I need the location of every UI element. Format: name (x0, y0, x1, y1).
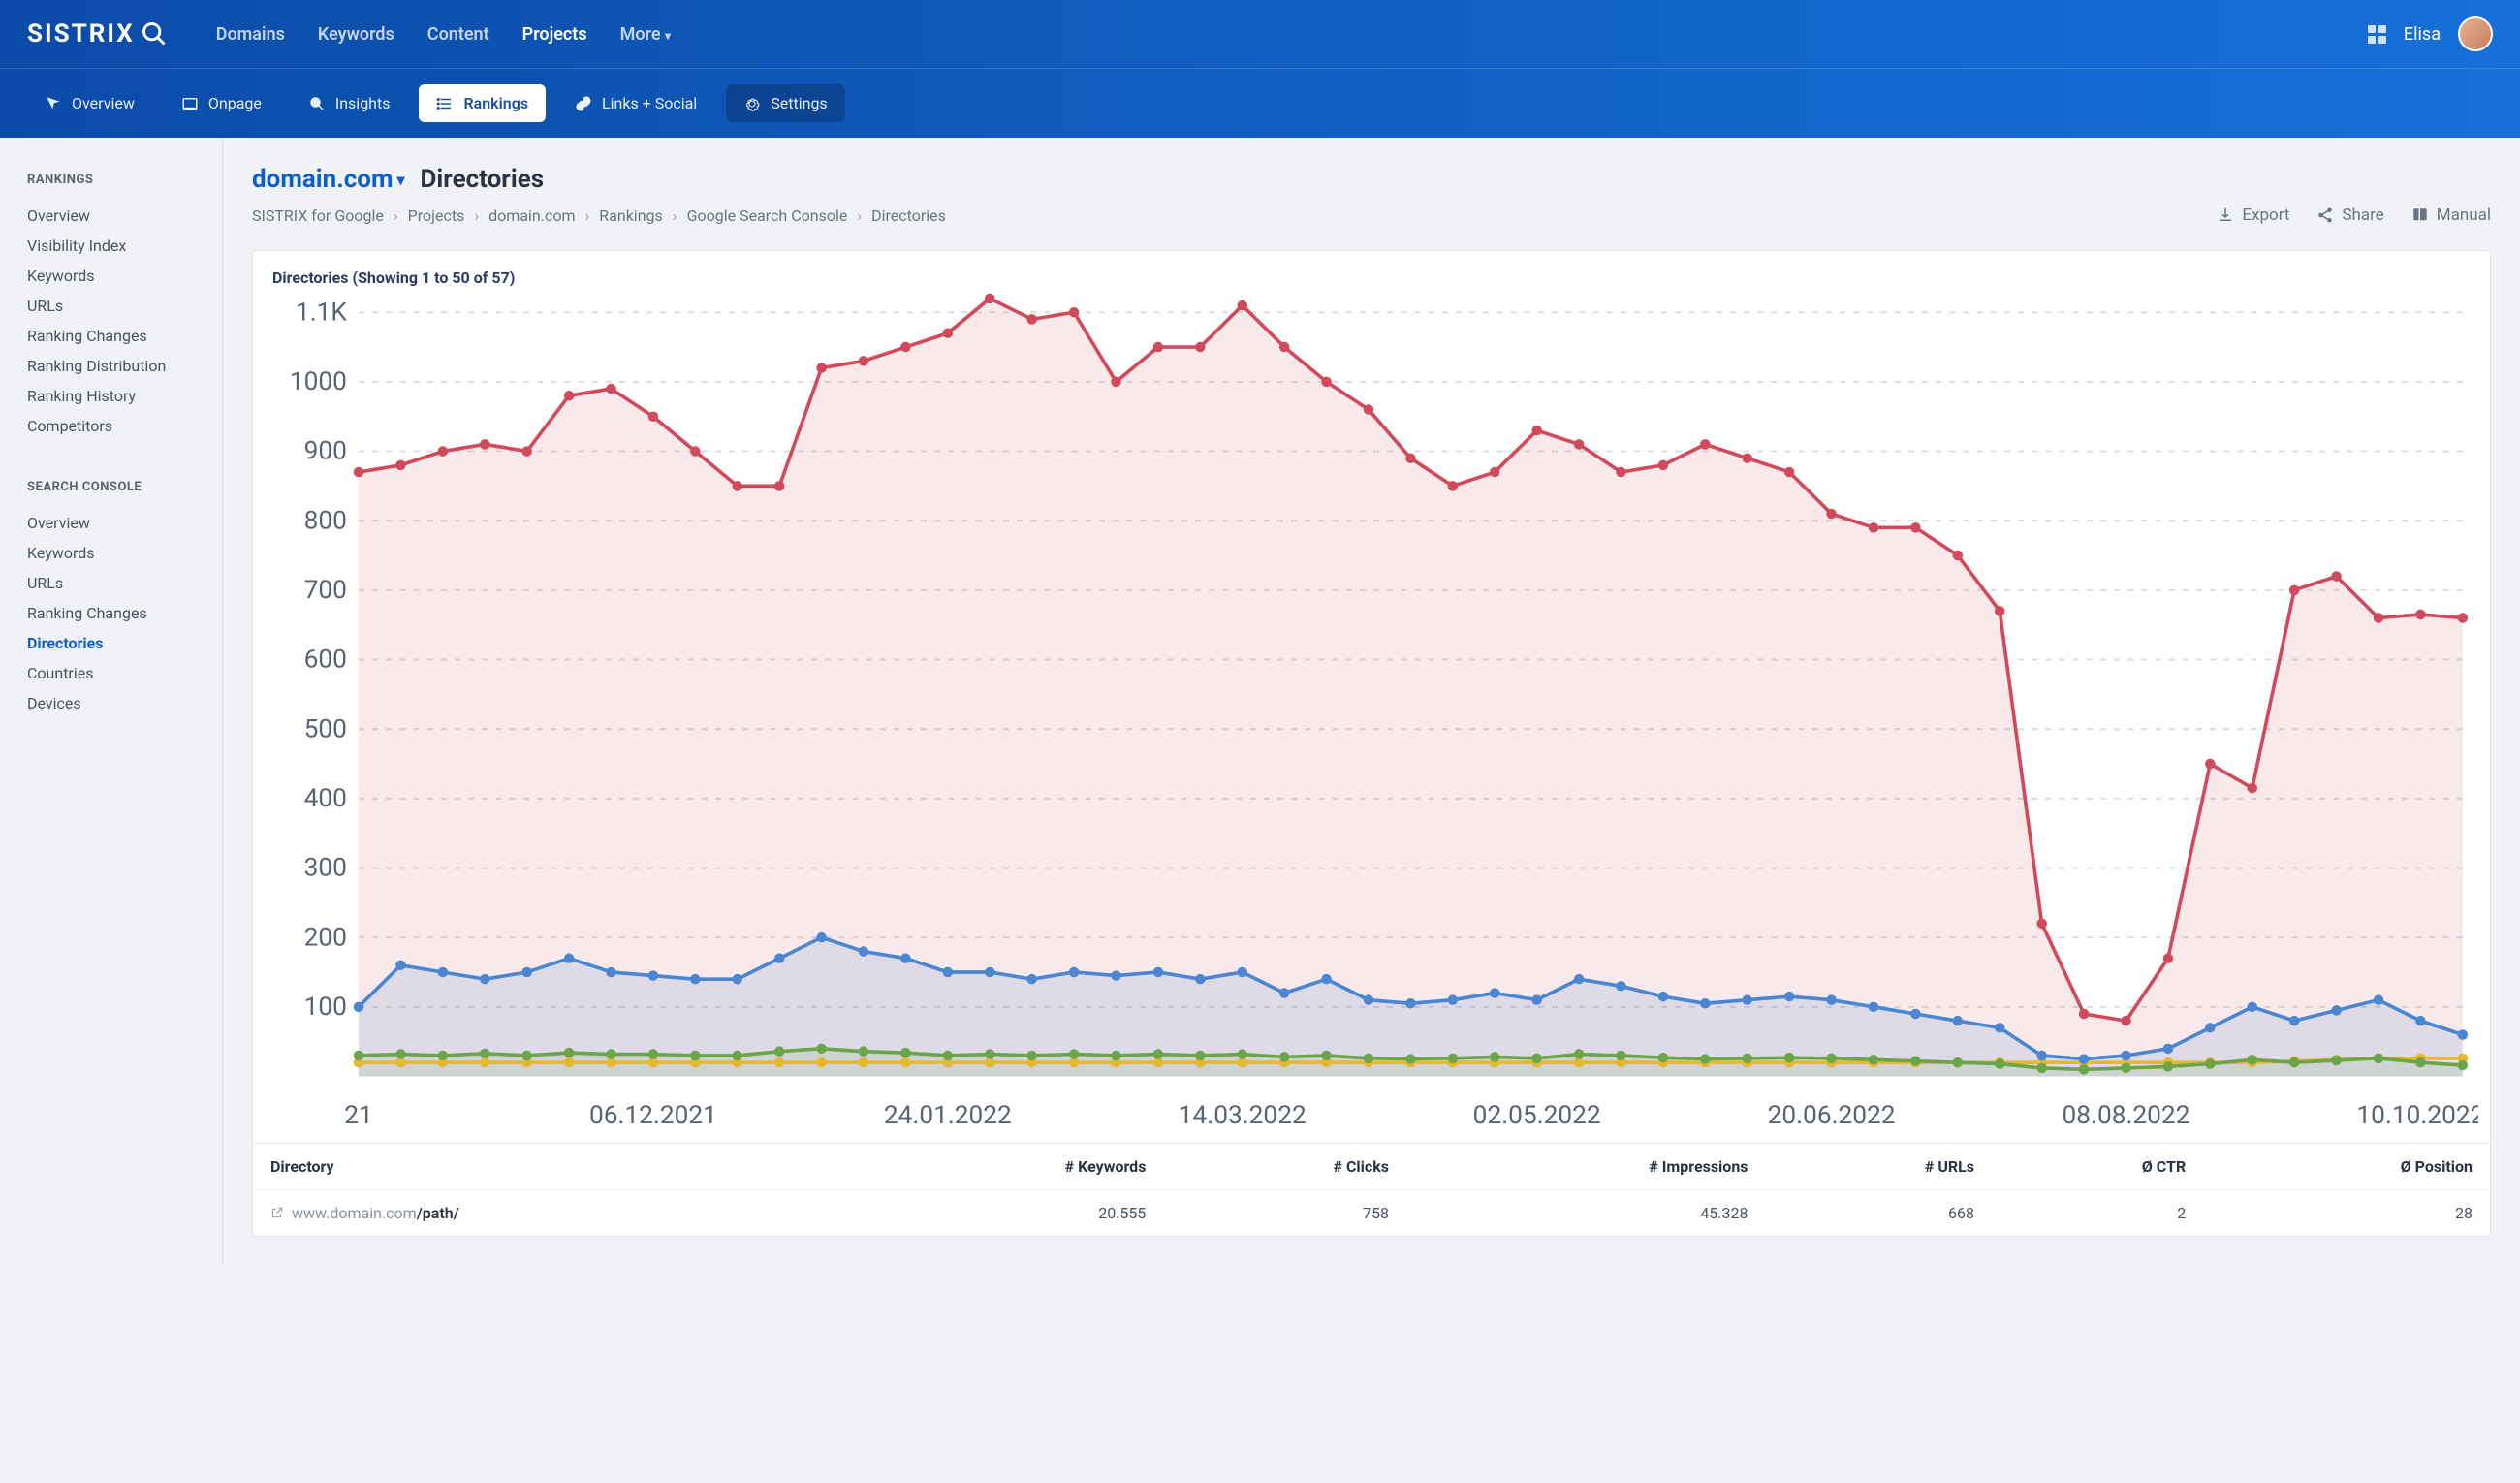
sidebar-heading-search: SEARCH CONSOLE (27, 480, 222, 494)
share-button[interactable]: Share (2316, 205, 2383, 225)
sidebar-item[interactable]: Ranking Changes (27, 598, 222, 628)
breadcrumb-item[interactable]: Rankings (599, 206, 662, 225)
domain-dropdown[interactable]: domain.com▾ (252, 165, 405, 194)
nav-content[interactable]: Content (427, 24, 489, 45)
sidebar-item[interactable]: Countries (27, 658, 222, 688)
card-title: Directories (Showing 1 to 50 of 57) (253, 251, 2490, 293)
export-button[interactable]: Export (2217, 205, 2289, 225)
chevron-down-icon: ▾ (665, 29, 671, 43)
tab-links[interactable]: Links + Social (557, 84, 714, 122)
breadcrumb-item[interactable]: domain.com (488, 206, 575, 225)
breadcrumb: SISTRIX for Google›Projects›domain.com›R… (252, 206, 2217, 225)
breadcrumb-item[interactable]: SISTRIX for Google (252, 206, 384, 225)
chart[interactable]: 100 200 300 400 500 600 700 800 900 1000 1.1K 21 06.… (253, 293, 2490, 1143)
subnav: Overview Onpage Insights Rankings Links … (0, 68, 2520, 138)
topbar: SISTRIX Domains Keywords Content Project… (0, 0, 2520, 68)
svg-text:100: 100 (304, 993, 347, 1022)
breadcrumb-item[interactable]: Projects (408, 206, 465, 225)
table-header[interactable]: # Clicks (1163, 1144, 1406, 1190)
sidebar-item[interactable]: Overview (27, 201, 222, 231)
svg-text:200: 200 (304, 923, 347, 952)
table-header[interactable]: Directory (253, 1144, 853, 1190)
sidebar-item[interactable]: Visibility Index (27, 231, 222, 261)
external-link-icon (270, 1206, 284, 1219)
nav-projects[interactable]: Projects (522, 24, 587, 45)
svg-text:08.08.2022: 08.08.2022 (2063, 1101, 2190, 1130)
sidebar-item[interactable]: Ranking History (27, 381, 222, 411)
tab-settings[interactable]: Settings (726, 84, 844, 122)
tab-onpage[interactable]: Onpage (164, 84, 279, 122)
tab-insights[interactable]: Insights (291, 84, 408, 122)
sidebar-item[interactable]: URLs (27, 568, 222, 598)
user-name[interactable]: Elisa (2404, 24, 2441, 45)
sidebar-heading-rankings: RANKINGS (27, 173, 222, 187)
tab-rankings[interactable]: Rankings (419, 84, 546, 122)
table-header[interactable]: # URLs (1766, 1144, 1993, 1190)
svg-text:400: 400 (304, 784, 347, 813)
logo[interactable]: SISTRIX (27, 19, 168, 48)
page-title: Directories (421, 165, 545, 194)
svg-text:700: 700 (304, 576, 347, 605)
nav-more[interactable]: More ▾ (620, 24, 671, 45)
breadcrumb-item[interactable]: Google Search Console (687, 206, 848, 225)
sidebar-item[interactable]: Competitors (27, 411, 222, 441)
main-nav: Domains Keywords Content Projects More ▾ (216, 24, 2368, 45)
table-header[interactable]: Ø CTR (1992, 1144, 2203, 1190)
sidebar-item[interactable]: Keywords (27, 538, 222, 568)
sidebar-item[interactable]: Keywords (27, 261, 222, 291)
sidebar: RANKINGS OverviewVisibility IndexKeyword… (0, 138, 223, 1264)
breadcrumb-item: Directories (871, 206, 946, 225)
brand-text: SISTRIX (27, 19, 135, 48)
main-content: domain.com▾ Directories SISTRIX for Goog… (223, 138, 2520, 1264)
table-header[interactable]: Ø Position (2203, 1144, 2490, 1190)
page-actions: Export Share Manual (2217, 205, 2491, 225)
table-header[interactable]: # Keywords (853, 1144, 1164, 1190)
sidebar-item[interactable]: Directories (27, 628, 222, 658)
avatar[interactable] (2458, 16, 2493, 51)
svg-text:600: 600 (304, 646, 347, 675)
nav-keywords[interactable]: Keywords (318, 24, 394, 45)
sidebar-item[interactable]: Devices (27, 688, 222, 718)
tab-overview[interactable]: Overview (27, 84, 152, 122)
svg-text:1.1K: 1.1K (296, 298, 347, 327)
apps-icon[interactable] (2368, 25, 2386, 44)
chevron-down-icon: ▾ (397, 171, 405, 189)
directories-table: Directory# Keywords# Clicks# Impressions… (253, 1143, 2490, 1236)
svg-text:21: 21 (344, 1101, 373, 1130)
sidebar-item[interactable]: URLs (27, 291, 222, 321)
svg-text:10.10.2022: 10.10.2022 (2356, 1101, 2478, 1130)
svg-text:1000: 1000 (290, 367, 347, 396)
table-header[interactable]: # Impressions (1406, 1144, 1766, 1190)
search-icon (141, 20, 168, 47)
svg-text:900: 900 (304, 437, 347, 466)
svg-text:500: 500 (304, 714, 347, 743)
svg-text:24.01.2022: 24.01.2022 (884, 1101, 1012, 1130)
sidebar-item[interactable]: Ranking Distribution (27, 351, 222, 381)
svg-text:300: 300 (304, 854, 347, 883)
svg-text:20.06.2022: 20.06.2022 (1768, 1101, 1896, 1130)
sidebar-item[interactable]: Overview (27, 508, 222, 538)
table-row[interactable]: www.domain.com/path/ 20.555 758 45.328 6… (253, 1190, 2490, 1237)
manual-button[interactable]: Manual (2411, 205, 2491, 225)
svg-text:02.05.2022: 02.05.2022 (1473, 1101, 1601, 1130)
svg-text:14.03.2022: 14.03.2022 (1179, 1101, 1307, 1130)
nav-domains[interactable]: Domains (216, 24, 285, 45)
directories-card: Directories (Showing 1 to 50 of 57) 100 2… (252, 250, 2491, 1237)
sidebar-item[interactable]: Ranking Changes (27, 321, 222, 351)
svg-text:06.12.2021: 06.12.2021 (589, 1101, 717, 1130)
user-area: Elisa (2368, 16, 2493, 51)
svg-text:800: 800 (304, 506, 347, 535)
